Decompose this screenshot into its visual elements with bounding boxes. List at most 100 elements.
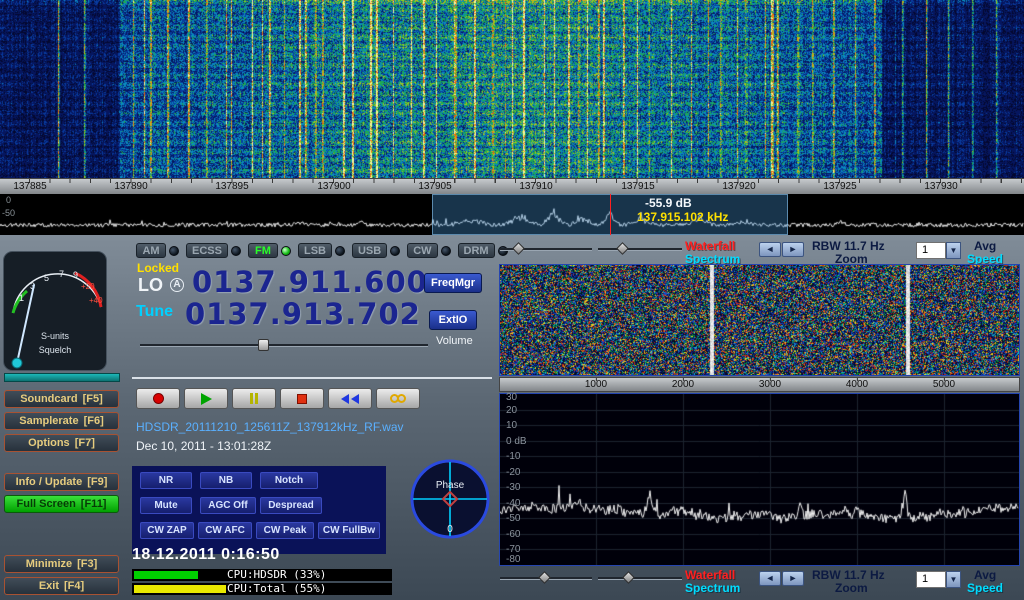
cursor-db-readout: -55.9 dB bbox=[645, 196, 692, 210]
nb-button[interactable]: NB bbox=[200, 472, 252, 489]
stop-button[interactable] bbox=[280, 388, 324, 409]
speed-label: Speed bbox=[967, 581, 1003, 595]
fullscreen-button[interactable]: Full Screen [F11] bbox=[4, 495, 119, 513]
rf-waterfall-display[interactable] bbox=[0, 0, 1024, 178]
soundcard-button[interactable]: Soundcard[F5] bbox=[4, 390, 119, 408]
minimize-button[interactable]: Minimize[F3] bbox=[4, 555, 119, 573]
contrast-slider[interactable] bbox=[598, 242, 682, 256]
button-fkey: [F4] bbox=[64, 580, 84, 592]
cw-fullbw-button[interactable]: CW FullBw bbox=[318, 522, 380, 539]
mute-button[interactable]: Mute bbox=[140, 497, 192, 514]
cw-afc-button[interactable]: CW AFC bbox=[198, 522, 252, 539]
cpu-total-text: CPU:Total (55%) bbox=[227, 583, 326, 595]
zoom-right-arrow[interactable]: ► bbox=[782, 242, 804, 257]
rewind-icon bbox=[341, 394, 349, 404]
clock-display: 18.12.2011 0:16:50 bbox=[132, 546, 280, 564]
notch-button[interactable]: Notch bbox=[260, 472, 318, 489]
freq-tick: 137890 bbox=[114, 181, 147, 192]
waterfall-label: Waterfall bbox=[685, 239, 735, 253]
zoom-left-arrow[interactable]: ◄ bbox=[759, 242, 781, 257]
audio-waterfall-display[interactable] bbox=[500, 265, 1019, 375]
cpu-hdsdr-bar bbox=[134, 571, 198, 579]
speed-select[interactable]: 1 bbox=[916, 571, 946, 588]
button-fkey: [F11] bbox=[81, 498, 107, 510]
mode-lsb-button[interactable]: LSB bbox=[298, 243, 332, 258]
tune-frequency-display[interactable]: 0137.913.702 bbox=[185, 297, 421, 331]
smeter-tick: 9 bbox=[73, 270, 78, 280]
smeter-tick: 1 bbox=[19, 293, 24, 303]
zoom-right-arrow[interactable]: ► bbox=[782, 571, 804, 586]
agc-button[interactable]: AGC Off bbox=[200, 497, 256, 514]
volume-slider-track[interactable] bbox=[140, 344, 428, 347]
stop-icon bbox=[297, 394, 307, 404]
mode-selector: AM ECSS FM LSB USB CW DRM bbox=[136, 243, 508, 258]
scale-minor-ticks bbox=[0, 179, 1024, 183]
speed-select-arrow[interactable]: ▼ bbox=[946, 571, 961, 588]
needle-pivot bbox=[12, 358, 22, 368]
cpu-total-meter: CPU:Total (55%) bbox=[132, 583, 392, 595]
smeter-tick: +20 bbox=[81, 282, 95, 291]
volume-slider-thumb[interactable] bbox=[258, 339, 269, 351]
samplerate-button[interactable]: Samplerate[F6] bbox=[4, 412, 119, 430]
mode-drm-button[interactable]: DRM bbox=[458, 243, 495, 258]
tune-cursor-line bbox=[610, 194, 611, 235]
exit-button[interactable]: Exit[F4] bbox=[4, 577, 119, 595]
locked-indicator: Locked bbox=[137, 261, 179, 275]
mode-ecss-button[interactable]: ECSS bbox=[186, 243, 228, 258]
slider-thumb[interactable] bbox=[512, 242, 525, 255]
mode-cw-button[interactable]: CW bbox=[407, 243, 437, 258]
loop-icon bbox=[397, 394, 406, 403]
db-tick: -40 bbox=[506, 498, 520, 509]
audio-spectrum-display[interactable] bbox=[500, 394, 1019, 565]
rf-frequency-scale[interactable]: 137885 137890 137895 137900 137905 13791… bbox=[0, 178, 1024, 194]
audio-spectrum-frame: 30 20 10 0 dB -10 -20 -30 -40 -50 -60 -7… bbox=[499, 393, 1020, 566]
s-meter[interactable]: 1 3 5 7 9 +20 +40 S-units Squelch bbox=[3, 251, 107, 371]
band-a-toggle[interactable]: A bbox=[170, 278, 184, 292]
mode-fm-button[interactable]: FM bbox=[248, 243, 278, 258]
contrast-slider[interactable] bbox=[598, 571, 682, 585]
audio-freq-tick: 3000 bbox=[759, 379, 781, 390]
slider-thumb[interactable] bbox=[616, 242, 629, 255]
button-fkey: [F6] bbox=[84, 415, 104, 427]
record-button[interactable] bbox=[136, 388, 180, 409]
lo-frequency-display[interactable]: 0137.911.600 bbox=[192, 265, 428, 299]
cw-peak-button[interactable]: CW Peak bbox=[256, 522, 314, 539]
mode-usb-button[interactable]: USB bbox=[352, 243, 387, 258]
extio-button[interactable]: ExtIO bbox=[429, 310, 477, 330]
button-label: Full Screen bbox=[17, 498, 76, 510]
freq-tick: 137885 bbox=[13, 181, 46, 192]
mode-am-button[interactable]: AM bbox=[136, 243, 166, 258]
options-button[interactable]: Options[F7] bbox=[4, 434, 119, 452]
button-label: Options bbox=[28, 437, 70, 449]
info-update-button[interactable]: Info / Update[F9] bbox=[4, 473, 119, 491]
pause-button[interactable] bbox=[232, 388, 276, 409]
tune-label: Tune bbox=[136, 303, 173, 321]
play-button[interactable] bbox=[184, 388, 228, 409]
recording-timestamp: Dec 10, 2011 - 13:01:28Z bbox=[136, 439, 271, 453]
rf-spectrum-strip[interactable]: 0 -50 -55.9 dB 137.915.102 kHz bbox=[0, 194, 1024, 235]
loop-button[interactable] bbox=[376, 388, 420, 409]
freqmgr-button[interactable]: FreqMgr bbox=[424, 273, 482, 293]
audio-frequency-scale[interactable]: 1000 2000 3000 4000 5000 bbox=[499, 377, 1020, 392]
slider-thumb[interactable] bbox=[622, 571, 635, 584]
phase-value: 0 bbox=[447, 524, 453, 535]
freq-tick: 137925 bbox=[823, 181, 856, 192]
brightness-slider[interactable] bbox=[500, 571, 592, 585]
brightness-slider[interactable] bbox=[500, 242, 592, 256]
squelch-level-bar[interactable] bbox=[4, 373, 120, 382]
despread-button[interactable]: Despread bbox=[260, 497, 322, 514]
smeter-tick: 5 bbox=[44, 273, 49, 283]
rewind-button[interactable] bbox=[328, 388, 372, 409]
db-tick: 20 bbox=[506, 405, 517, 416]
speed-select[interactable]: 1 bbox=[916, 242, 946, 259]
smeter-tick: 7 bbox=[59, 269, 64, 279]
slider-thumb[interactable] bbox=[538, 571, 551, 584]
nr-button[interactable]: NR bbox=[140, 472, 192, 489]
zoom-left-arrow[interactable]: ◄ bbox=[759, 571, 781, 586]
volume-slider[interactable] bbox=[140, 338, 428, 352]
cw-zap-button[interactable]: CW ZAP bbox=[140, 522, 194, 539]
speed-select-arrow[interactable]: ▼ bbox=[946, 242, 961, 259]
waterfall-controls-bottom: Waterfall Spectrum ◄ ► RBW 11.7 Hz Zoom … bbox=[497, 568, 1024, 594]
freq-tick: 137900 bbox=[317, 181, 350, 192]
waterfall-label: Waterfall bbox=[685, 568, 735, 582]
